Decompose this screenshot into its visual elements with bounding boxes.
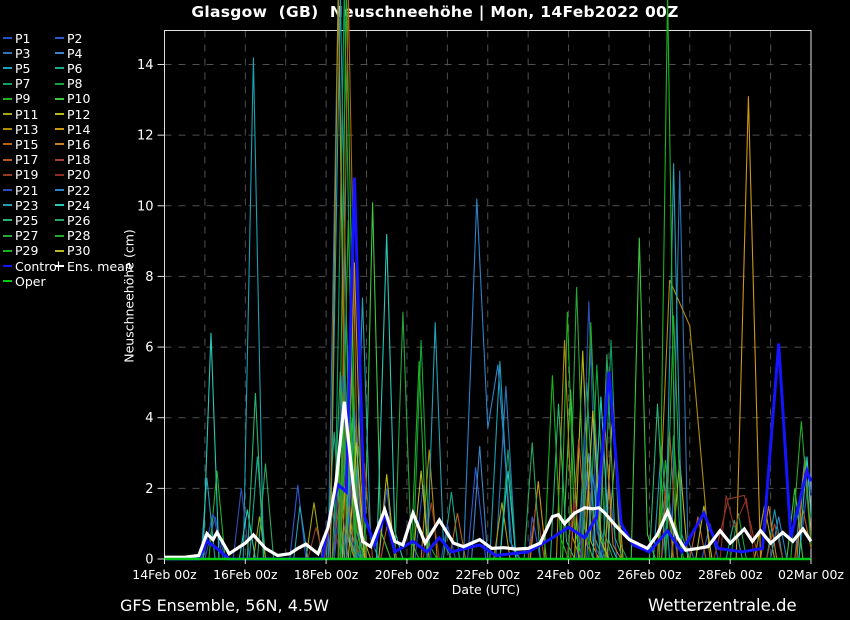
x-tick-label: 26Feb 00z — [617, 567, 682, 582]
series-line-p5 — [165, 0, 812, 559]
x-axis-label: Date (UTC) — [386, 582, 586, 597]
x-tick-label: 16Feb 00z — [213, 567, 278, 582]
y-tick-label: 8 — [145, 270, 153, 285]
x-tick-label: 18Feb 00z — [294, 567, 359, 582]
y-tick-label: 2 — [145, 482, 153, 497]
meteogram-page: Glasgow (GB) Neuschneehöhe | Mon, 14Feb2… — [0, 0, 850, 620]
x-tick-label: 20Feb 00z — [375, 567, 440, 582]
x-tick-label: 28Feb 00z — [698, 567, 763, 582]
x-tick-label: 24Feb 00z — [536, 567, 601, 582]
footer-branding: Wetterzentrale.de — [648, 596, 797, 615]
y-tick-label: 12 — [137, 129, 154, 144]
y-tick-label: 0 — [145, 553, 153, 568]
x-tick-label: 02Mar 00z — [778, 567, 844, 582]
y-tick-label: 4 — [145, 411, 153, 426]
footer-model-info: GFS Ensemble, 56N, 4.5W — [120, 596, 329, 615]
x-tick-label: 14Feb 00z — [132, 567, 197, 582]
y-tick-label: 10 — [137, 199, 154, 214]
y-axis-label: Neuschneehöhe (cm) — [122, 229, 137, 363]
y-tick-label: 6 — [145, 341, 153, 356]
series-line-p23 — [165, 163, 812, 559]
x-tick-label: 22Feb 00z — [456, 567, 521, 582]
y-tick-label: 14 — [137, 58, 154, 73]
